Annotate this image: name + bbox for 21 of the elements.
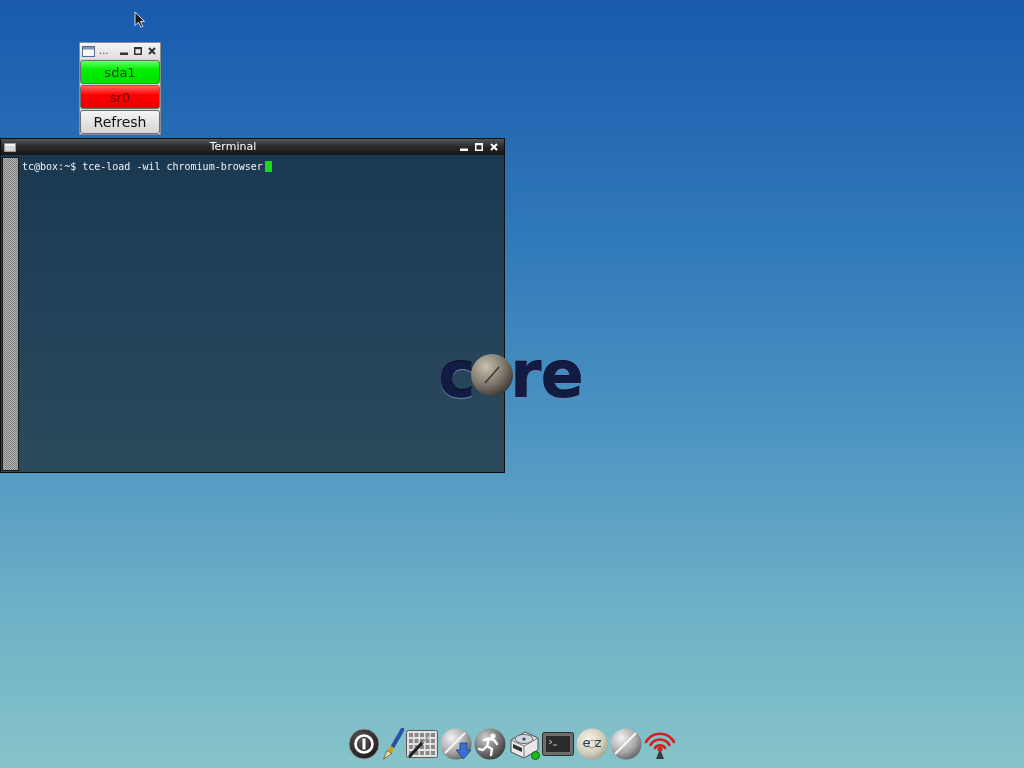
maximize-icon[interactable]: [134, 47, 142, 55]
scrollbar[interactable]: [2, 157, 19, 471]
drive-button[interactable]: sda1: [80, 60, 160, 84]
power-icon[interactable]: [348, 728, 380, 760]
logo-letter: c: [438, 343, 475, 407]
lettered-disc-icon[interactable]: e z: [576, 728, 608, 760]
brush-icon[interactable]: [382, 728, 404, 760]
terminal-line: tc@box:~$ tce-load -wil chromium-browser: [21, 160, 264, 173]
close-icon[interactable]: [148, 47, 156, 55]
text-cursor-icon: [264, 161, 272, 172]
window-icon[interactable]: [4, 142, 16, 152]
window-title: ...: [99, 45, 109, 57]
sphere-icon[interactable]: [610, 728, 642, 760]
running-figure-icon[interactable]: [474, 728, 506, 760]
logo-letters: re: [509, 343, 583, 407]
mouse-pointer-icon: [134, 11, 145, 28]
window-icon[interactable]: [82, 45, 95, 57]
refresh-button[interactable]: Refresh: [80, 110, 160, 134]
sphere-icon: [470, 354, 513, 396]
keypad-screwdriver-icon[interactable]: [406, 728, 438, 760]
window-title: Terminal: [209, 139, 257, 155]
